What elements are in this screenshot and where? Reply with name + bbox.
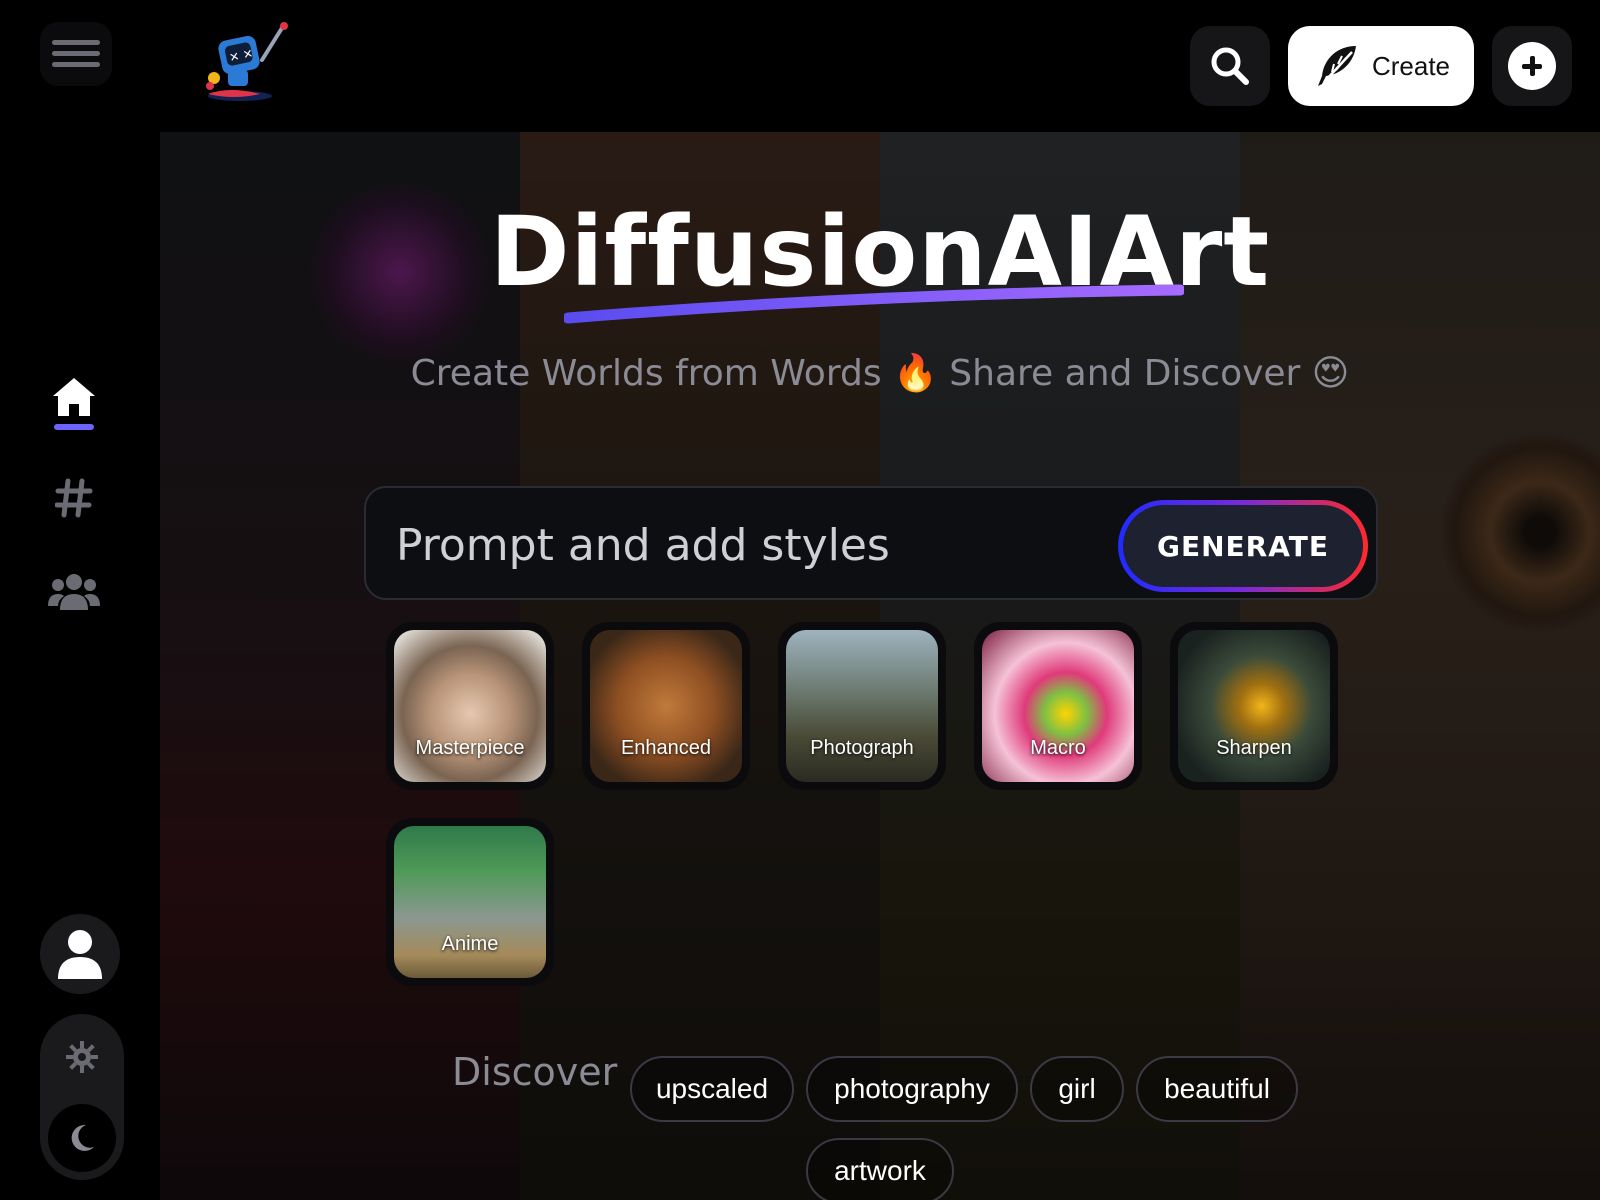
tag-chip-girl[interactable]: girl xyxy=(1030,1056,1124,1122)
robot-logo-icon: ✕ ✕ xyxy=(206,22,288,101)
generate-button-label: GENERATE xyxy=(1123,505,1363,587)
gear-sun-icon xyxy=(66,1041,98,1073)
feather-icon xyxy=(1317,46,1356,86)
style-card-anime[interactable]: Anime xyxy=(386,818,554,986)
style-label: Anime xyxy=(441,933,499,955)
style-label: Sharpen xyxy=(1216,737,1292,759)
search-icon xyxy=(1211,47,1249,85)
theme-toggle[interactable] xyxy=(40,1014,124,1180)
style-card-photograph[interactable]: Photograph xyxy=(778,622,946,790)
style-card-macro[interactable]: Macro xyxy=(974,622,1142,790)
plus-icon xyxy=(1522,56,1542,76)
prompt-box: GENERATE xyxy=(364,486,1378,600)
style-label: Masterpiece xyxy=(415,737,525,759)
style-thumbnail: Anime xyxy=(394,826,546,978)
brand-logo[interactable]: ✕ ✕ xyxy=(200,20,292,104)
tag-chip-artwork[interactable]: artwork xyxy=(806,1138,954,1200)
users-icon xyxy=(48,574,100,610)
home-icon xyxy=(53,378,95,416)
hero-section: DiffusionAIArt Create Worlds from Words … xyxy=(160,132,1600,1200)
search-button[interactable] xyxy=(1190,26,1270,106)
tag-chip-photography[interactable]: photography xyxy=(806,1056,1018,1122)
discover-label: Discover xyxy=(452,1050,618,1094)
plus-circle xyxy=(1508,42,1556,90)
style-card-enhanced[interactable]: Enhanced xyxy=(582,622,750,790)
dark-mode-option[interactable] xyxy=(48,1104,116,1172)
user-icon xyxy=(58,930,102,979)
create-button-label: Create xyxy=(1371,50,1451,81)
style-label: Enhanced xyxy=(620,737,712,759)
style-thumbnail: Sharpen xyxy=(1178,630,1330,782)
nav-tags[interactable] xyxy=(48,472,100,524)
profile-button[interactable] xyxy=(40,914,120,994)
style-thumbnail: Enhanced xyxy=(590,630,742,782)
hamburger-icon xyxy=(52,40,100,67)
generate-button[interactable]: GENERATE xyxy=(1118,500,1368,592)
active-indicator xyxy=(54,424,94,430)
nav-community[interactable] xyxy=(46,566,102,618)
hero-subtitle: Create Worlds from Words 🔥 Share and Dis… xyxy=(410,353,1350,394)
moon-icon xyxy=(71,1124,94,1151)
style-label: Photograph xyxy=(810,737,914,759)
prompt-input[interactable] xyxy=(394,510,1098,580)
menu-button[interactable] xyxy=(40,22,112,86)
style-label: Macro xyxy=(1030,737,1086,759)
hashtag-icon xyxy=(55,478,93,518)
tag-chip-upscaled[interactable]: upscaled xyxy=(630,1056,794,1122)
sidebar xyxy=(0,0,160,1200)
style-thumbnail: Masterpiece xyxy=(394,630,546,782)
add-button[interactable] xyxy=(1492,26,1572,106)
nav-home[interactable] xyxy=(48,376,100,440)
title-underline xyxy=(564,284,1184,324)
style-card-masterpiece[interactable]: Masterpiece xyxy=(386,622,554,790)
tag-chip-beautiful[interactable]: beautiful xyxy=(1136,1056,1298,1122)
light-mode-option[interactable] xyxy=(57,1032,107,1082)
style-thumbnail: Photograph xyxy=(786,630,938,782)
style-card-sharpen[interactable]: Sharpen xyxy=(1170,622,1338,790)
style-thumbnail: Macro xyxy=(982,630,1134,782)
create-button[interactable]: Create xyxy=(1288,26,1474,106)
